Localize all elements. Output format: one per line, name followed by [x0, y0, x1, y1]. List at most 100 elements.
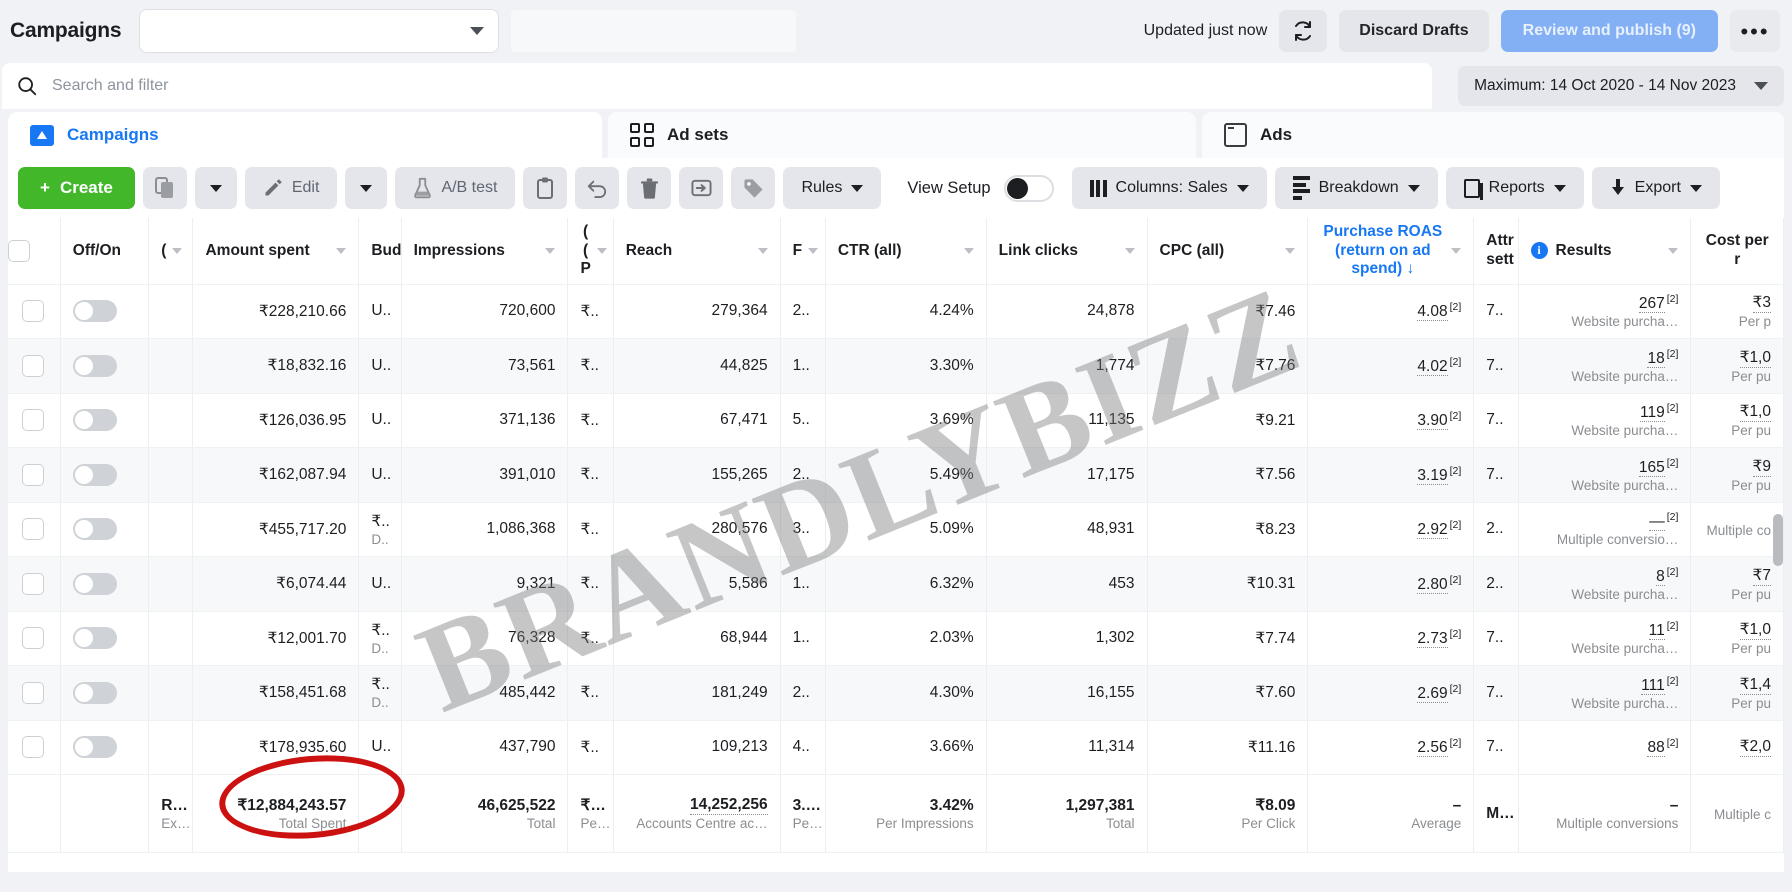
edit-dropdown-button[interactable] [345, 167, 388, 209]
row-toggle[interactable] [72, 681, 117, 704]
row-checkbox[interactable] [22, 627, 44, 650]
more-options-button[interactable]: ••• [1730, 10, 1780, 52]
row-toggle[interactable] [72, 627, 117, 650]
chevron-down-icon[interactable] [1285, 247, 1296, 254]
top-bar: Campaigns Updated just now Discard Draft… [0, 0, 1792, 62]
column-header-costperres[interactable]: Cost per r [1690, 218, 1784, 285]
discard-drafts-button[interactable]: Discard Drafts [1339, 10, 1489, 52]
search-input[interactable]: Search and filter [2, 63, 1432, 109]
review-and-publish-button[interactable]: Review and publish (9) [1500, 10, 1718, 52]
cell-linkclicks: 1,302 [986, 611, 1148, 666]
campaigns-table-container[interactable]: Off/On (Amount spent Bud Impressions ((P Reac… [8, 218, 1784, 873]
footer-value: ₹12,884,243.57 [237, 797, 347, 814]
breakdown-button[interactable]: Breakdown [1274, 167, 1438, 209]
row-checkbox[interactable] [22, 572, 44, 595]
tag-button[interactable] [731, 167, 776, 209]
column-header-cpc[interactable]: CPC (all) [1147, 218, 1309, 285]
column-header-attr[interactable]: Attr sett [1473, 218, 1519, 285]
row-toggle[interactable] [72, 518, 117, 541]
info-icon[interactable]: i [1530, 242, 1548, 260]
chevron-down-icon[interactable] [1124, 247, 1135, 254]
row-toggle[interactable] [72, 300, 117, 323]
cell-freq: 1.. [780, 611, 826, 666]
row-checkbox[interactable] [22, 300, 44, 323]
delete-button[interactable] [627, 167, 672, 209]
column-header-budget[interactable]: Bud [358, 218, 402, 285]
select-all-checkbox[interactable] [8, 239, 30, 262]
column-header-amount[interactable]: Amount spent [192, 218, 360, 285]
vertical-scrollbar-thumb[interactable] [1773, 514, 1783, 566]
create-button[interactable]: + Create [18, 167, 135, 209]
cell-attr: 7.. [1473, 447, 1519, 503]
duplicate-button[interactable] [142, 167, 187, 209]
roas-value: 2.69 [1417, 684, 1448, 703]
chevron-down-icon[interactable] [808, 247, 819, 254]
chevron-down-icon[interactable] [596, 247, 607, 254]
columns-button[interactable]: Columns: Sales [1071, 167, 1267, 209]
row-checkbox[interactable] [22, 354, 44, 377]
table-row[interactable]: ₹158,451.68 ₹.. D.. 485,442 ₹.. 181,249 2.. 4.3… [8, 665, 1784, 721]
column-header-freq[interactable]: F [780, 218, 826, 285]
row-toggle[interactable] [72, 572, 117, 595]
ab-test-button[interactable]: A/B test [395, 167, 516, 209]
tab-ads[interactable]: Ads [1202, 112, 1784, 158]
rules-button[interactable]: Rules [783, 167, 882, 209]
undo-button[interactable] [575, 167, 620, 209]
chevron-down-icon[interactable] [545, 247, 556, 254]
table-row[interactable]: ₹162,087.94 U.. 391,010 ₹.. 155,265 2.. 5.49% 1… [8, 447, 1784, 503]
row-toggle[interactable] [72, 736, 117, 759]
cell-reach: 109,213 [613, 720, 781, 775]
column-header-check[interactable] [8, 218, 61, 285]
column-header-reach[interactable]: Reach [613, 218, 781, 285]
export-button[interactable]: Export [1591, 167, 1720, 209]
row-checkbox[interactable] [22, 518, 44, 541]
footer-cell-reach: 14,252,256 Accounts Centre ac… [613, 774, 781, 853]
chevron-down-icon[interactable] [757, 247, 768, 254]
column-header-costper[interactable]: ((P [567, 218, 614, 285]
row-checkbox[interactable] [22, 463, 44, 486]
view-setup-toggle[interactable]: View Setup [907, 174, 1054, 202]
export-row-button[interactable] [679, 167, 724, 209]
clipboard-button[interactable] [523, 167, 568, 209]
table-row[interactable]: ₹6,074.44 U.. 9,321 ₹.. 5,586 1.. 6.32% 453 ₹10.… [8, 556, 1784, 612]
table-row[interactable]: ₹178,935.60 U.. 437,790 ₹.. 109,213 4.. 3.66% 1… [8, 720, 1784, 775]
column-header-offon[interactable]: Off/On [60, 218, 150, 285]
chevron-down-icon[interactable] [172, 247, 183, 254]
toggle-switch[interactable] [1003, 174, 1054, 202]
row-checkbox[interactable] [22, 736, 44, 759]
footer-value: ₹… [580, 797, 606, 814]
column-header-linkclicks[interactable]: Link clicks [986, 218, 1148, 285]
table-row[interactable]: ₹126,036.95 U.. 371,136 ₹.. 67,471 5.. 3.69% 11… [8, 393, 1784, 448]
tab-campaigns[interactable]: Campaigns [8, 112, 602, 158]
budget-value: U.. [371, 302, 392, 320]
column-header-campaign[interactable]: ( [148, 218, 194, 285]
chevron-down-icon[interactable] [1668, 247, 1679, 254]
row-checkbox[interactable] [22, 681, 44, 704]
account-select[interactable] [139, 9, 500, 53]
cell-costperres: ₹1,0 Per pu [1690, 338, 1784, 394]
column-header-impressions[interactable]: Impressions [401, 218, 569, 285]
tab-ad-sets[interactable]: Ad sets [608, 112, 1196, 158]
row-checkbox[interactable] [22, 409, 44, 432]
refresh-button[interactable] [1279, 10, 1328, 52]
column-header-results[interactable]: i Results [1518, 218, 1692, 285]
row-toggle[interactable] [72, 409, 117, 432]
row-toggle[interactable] [72, 463, 117, 486]
edit-button[interactable]: Edit [244, 167, 338, 209]
row-toggle[interactable] [72, 354, 117, 377]
chevron-down-icon[interactable] [1451, 247, 1462, 254]
table-row[interactable]: ₹12,001.70 ₹.. D.. 76,328 ₹.. 68,944 1.. 2.03% 1… [8, 611, 1784, 666]
table-row[interactable]: ₹455,717.20 ₹.. D.. 1,086,368 ₹.. 280,576 3.. 5… [8, 502, 1784, 557]
column-header-ctr[interactable]: CTR (all) [825, 218, 987, 285]
chevron-down-icon[interactable] [336, 247, 347, 254]
account-secondary-field[interactable] [511, 10, 797, 52]
reports-button[interactable]: Reports [1445, 167, 1584, 209]
column-header-roas[interactable]: Purchase ROAS (return on ad spend) ↓ [1307, 218, 1475, 285]
chevron-down-icon[interactable] [963, 247, 974, 254]
duplicate-dropdown-button[interactable] [194, 167, 237, 209]
budget-sub: D.. [371, 531, 389, 547]
table-row[interactable]: ₹18,832.16 U.. 73,561 ₹.. 44,825 1.. 3.30% 1,77… [8, 338, 1784, 394]
table-row[interactable]: ₹228,210.66 U.. 720,600 ₹.. 279,364 2.. 4.24% 2… [8, 284, 1784, 339]
cell-impressions: 73,561 [401, 338, 569, 394]
date-range-picker[interactable]: Maximum: 14 Oct 2020 - 14 Nov 2023 [1458, 66, 1784, 106]
